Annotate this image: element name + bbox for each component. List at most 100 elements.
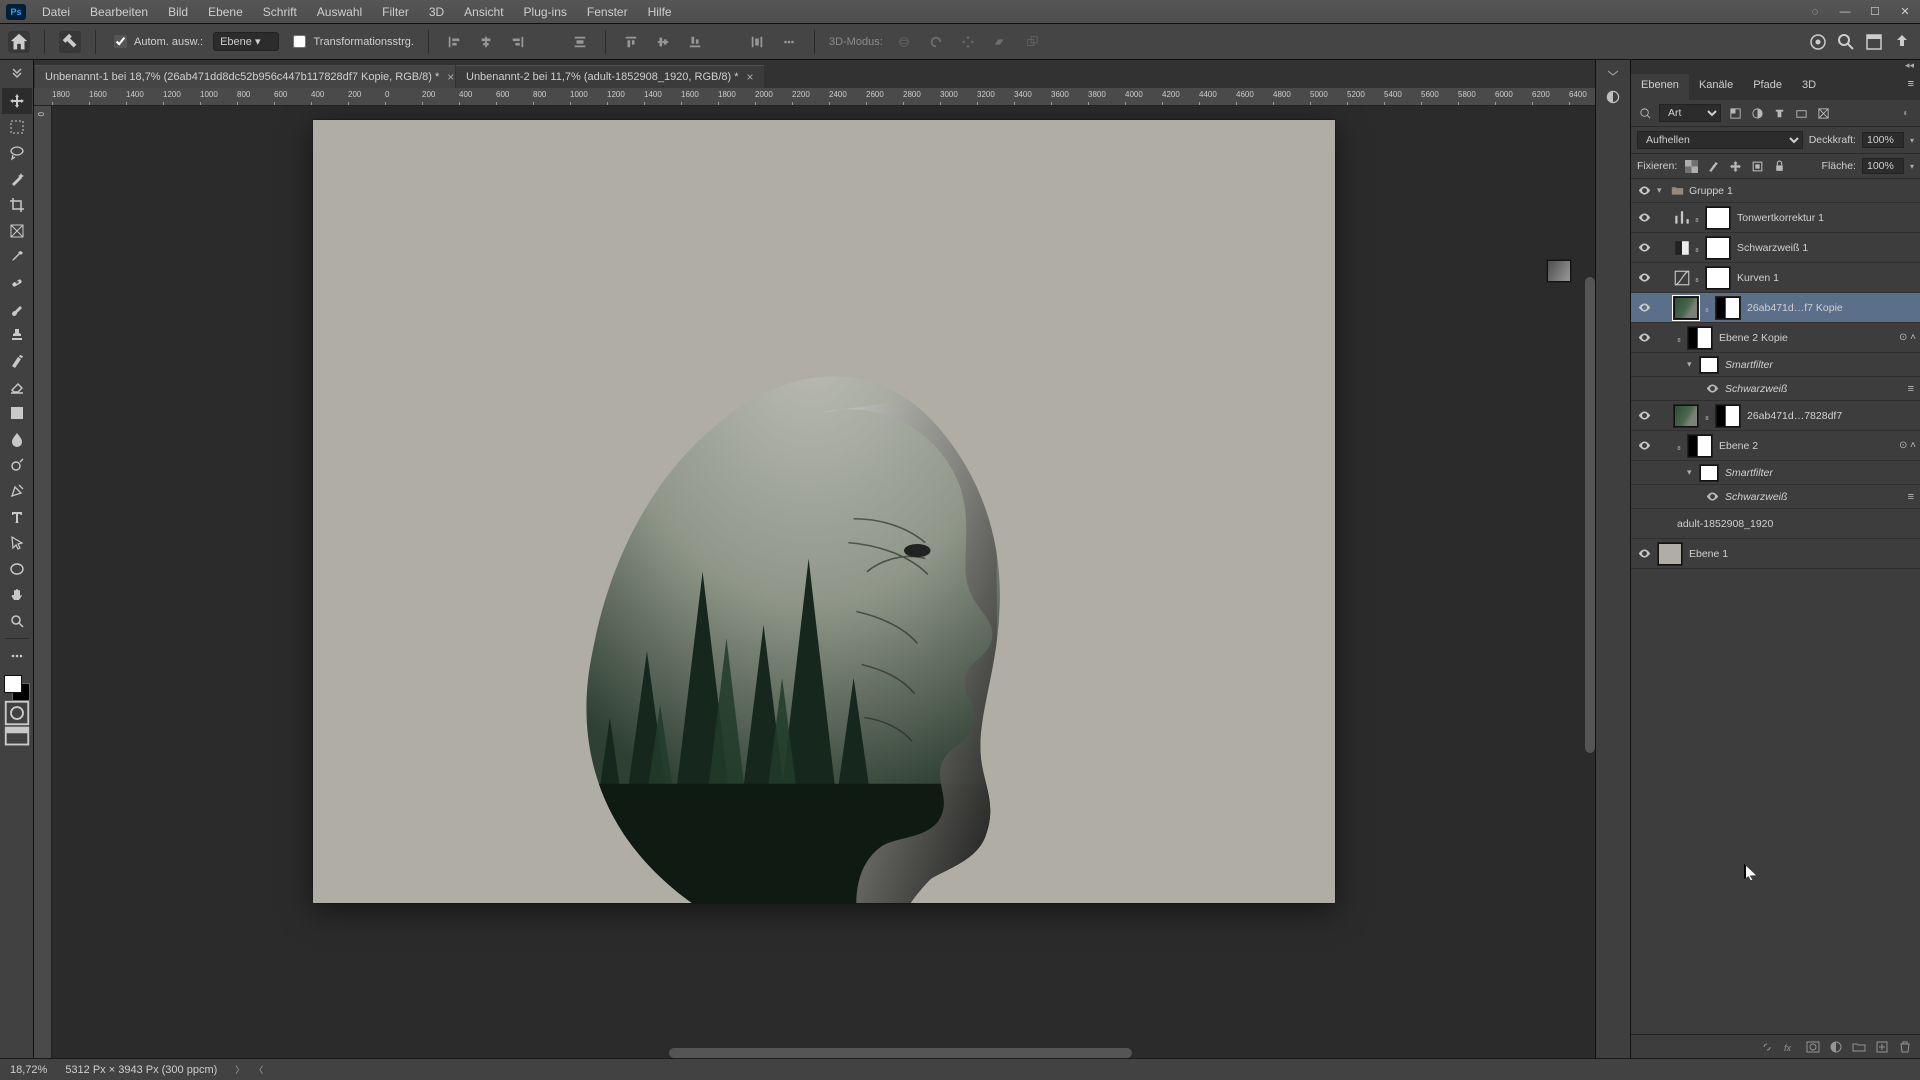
layer-thumb[interactable] (1673, 404, 1699, 428)
layer-row[interactable]: ▾Smartfilter (1631, 461, 1920, 485)
layer-filter-select[interactable]: Art (1659, 104, 1721, 122)
visibility-toggle[interactable] (1631, 212, 1657, 223)
layer-name[interactable]: Kurven 1 (1733, 272, 1920, 284)
layer-row[interactable]: ▾Gruppe 1 (1631, 179, 1920, 203)
tab-paths[interactable]: Pfade (1743, 74, 1792, 100)
layer-name[interactable]: 26ab471d…7828df7 (1743, 410, 1920, 422)
layer-row[interactable]: Ebene 1 (1631, 539, 1920, 569)
layer-row[interactable]: Schwarzweiß≡ (1631, 377, 1920, 401)
add-group-icon[interactable] (1851, 1039, 1866, 1054)
zoom-tool[interactable] (2, 608, 32, 634)
filter-pixel-icon[interactable] (1727, 105, 1743, 121)
layer-name[interactable]: adult-1852908_1920 (1673, 518, 1920, 530)
layer-name[interactable]: Ebene 2 Kopie (1715, 332, 1899, 344)
dodge-tool[interactable] (2, 452, 32, 478)
more-align-icon[interactable] (778, 31, 800, 53)
layer-name[interactable]: Ebene 2 (1715, 440, 1899, 452)
window-close-button[interactable]: ✕ (1890, 0, 1920, 24)
layer-row[interactable]: adult-1852908_1920 (1631, 509, 1920, 539)
align-top-icon[interactable] (620, 31, 642, 53)
window-maximize-button[interactable]: ☐ (1860, 0, 1890, 24)
visibility-toggle[interactable] (1631, 332, 1657, 343)
menu-3d[interactable]: 3D (419, 0, 454, 24)
horizontal-ruler[interactable]: 1800160014001200100080060040020002004006… (34, 88, 1595, 106)
menu-filter[interactable]: Filter (372, 0, 419, 24)
visibility-toggle[interactable] (1631, 548, 1657, 559)
filter-indicator-icon[interactable]: ⊙ ˄ (1899, 332, 1916, 343)
add-layer-icon[interactable] (1874, 1039, 1889, 1054)
workspace-icon[interactable] (1864, 32, 1884, 52)
edit-toolbar-icon[interactable] (2, 643, 32, 669)
auto-select-dropdown[interactable]: Ebene ▾ (213, 32, 279, 51)
layer-name[interactable]: Schwarzweiß (1721, 491, 1908, 503)
hand-tool[interactable] (2, 582, 32, 608)
layer-name[interactable]: Ebene 1 (1685, 548, 1920, 560)
layer-fx-icon[interactable]: fx (1782, 1039, 1797, 1054)
layer-name[interactable]: 26ab471d…f7 Kopie (1743, 302, 1920, 314)
filter-mask-thumb[interactable] (1699, 464, 1719, 482)
layer-mask-thumb[interactable] (1705, 206, 1731, 230)
layer-mask-thumb[interactable] (1687, 434, 1713, 458)
filter-settings-icon[interactable]: ≡ (1908, 383, 1914, 395)
vertical-scrollbar[interactable] (1585, 277, 1595, 753)
menu-bild[interactable]: Bild (158, 0, 198, 24)
lasso-tool[interactable] (2, 140, 32, 166)
window-cloud-icon[interactable]: ◌ (1800, 0, 1830, 24)
brush-tool[interactable] (2, 296, 32, 322)
healing-tool[interactable] (2, 270, 32, 296)
folder-toggle-icon[interactable]: ▾ (1657, 185, 1669, 197)
screen-mode-button[interactable] (2, 725, 32, 749)
filter-settings-icon[interactable]: ≡ (1908, 491, 1914, 503)
filter-smart-icon[interactable] (1815, 105, 1831, 121)
blend-mode-select[interactable]: Aufhellen (1637, 131, 1803, 149)
lock-transparency-icon[interactable] (1683, 158, 1699, 174)
align-right-icon[interactable] (507, 31, 529, 53)
home-button[interactable] (8, 31, 30, 53)
eyedropper-tool[interactable] (2, 244, 32, 270)
layer-row[interactable]: ▾Smartfilter (1631, 353, 1920, 377)
share-icon[interactable] (1892, 32, 1912, 52)
3d-pan-icon[interactable] (957, 31, 979, 53)
color-panel-icon[interactable] (1600, 84, 1626, 110)
search-icon[interactable] (1836, 32, 1856, 52)
filter-adjust-icon[interactable] (1749, 105, 1765, 121)
layer-name[interactable]: Smartfilter (1721, 467, 1920, 479)
lock-all-icon[interactable] (1771, 158, 1787, 174)
crop-tool[interactable] (2, 192, 32, 218)
menu-datei[interactable]: Datei (32, 0, 80, 24)
layer-thumb[interactable] (1673, 296, 1699, 320)
menu-bearbeiten[interactable]: Bearbeiten (80, 0, 158, 24)
smartfilter-toggle-icon[interactable]: ▾ (1687, 359, 1699, 371)
shape-tool[interactable] (2, 556, 32, 582)
filter-indicator-icon[interactable]: ⊙ ˄ (1899, 440, 1916, 451)
align-bottom-icon[interactable] (684, 31, 706, 53)
filter-type-icon[interactable] (1771, 105, 1787, 121)
add-adjustment-icon[interactable] (1828, 1039, 1843, 1054)
visibility-toggle[interactable] (1631, 272, 1657, 283)
window-minimize-button[interactable]: — (1830, 0, 1860, 24)
color-swatches[interactable] (4, 675, 30, 701)
layer-name[interactable]: Tonwertkorrektur 1 (1733, 212, 1920, 224)
move-tool[interactable] (2, 88, 32, 114)
fill-input[interactable] (1862, 158, 1904, 174)
add-mask-icon[interactable] (1805, 1039, 1820, 1054)
3d-roll-icon[interactable] (925, 31, 947, 53)
menu-ebene[interactable]: Ebene (198, 0, 253, 24)
close-icon[interactable]: × (747, 70, 754, 84)
auto-select-checkbox[interactable]: Autom. ausw.: (110, 32, 203, 51)
layer-thumb[interactable] (1657, 542, 1683, 566)
filter-eye-icon[interactable] (1703, 489, 1721, 505)
visibility-toggle[interactable] (1631, 302, 1657, 313)
link-layers-icon[interactable] (1759, 1039, 1774, 1054)
menu-ansicht[interactable]: Ansicht (454, 0, 513, 24)
tab-channels[interactable]: Kanäle (1689, 74, 1743, 100)
layer-name[interactable]: Schwarzweiß (1721, 383, 1908, 395)
visibility-toggle[interactable] (1631, 185, 1657, 196)
menu-auswahl[interactable]: Auswahl (307, 0, 372, 24)
filter-mask-thumb[interactable] (1699, 356, 1719, 374)
layer-name[interactable]: Schwarzweiß 1 (1733, 242, 1920, 254)
layer-mask-thumb[interactable] (1715, 404, 1741, 428)
lock-position-icon[interactable] (1727, 158, 1743, 174)
3d-orbit-icon[interactable] (893, 31, 915, 53)
menu-fenster[interactable]: Fenster (577, 0, 638, 24)
